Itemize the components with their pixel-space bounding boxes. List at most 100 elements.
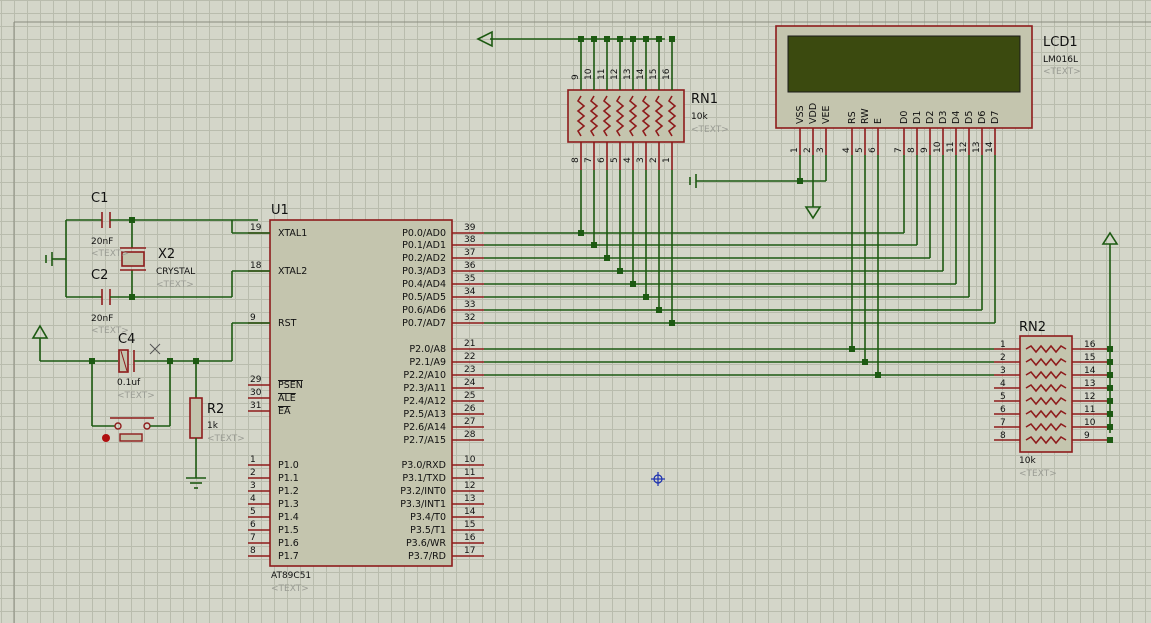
rn2-pin-number: 8	[1000, 431, 1006, 441]
rn2-pin-number: 14	[1084, 366, 1096, 376]
u1-pin-name: P2.4/A12	[403, 396, 446, 407]
p0-junction	[630, 281, 636, 287]
u1-pin-number: 32	[464, 313, 475, 323]
c4-ref: C4	[118, 332, 135, 347]
p2-junction	[849, 346, 855, 352]
u1-pin-name: P0.4/AD4	[402, 279, 446, 290]
rn2-junction	[1107, 437, 1113, 443]
rn1-resistor-network[interactable]: RN1 10k <TEXT> 9 8 10 7 11 6 12 5 13 4 14 3 15 2 16 1	[567, 36, 729, 170]
c4-text-placeholder: <TEXT>	[117, 391, 155, 401]
lcd1-pin-number: 5	[855, 147, 865, 153]
u1-pin-name: P0.1/AD1	[402, 240, 446, 251]
rn2-pin-number: 5	[1000, 392, 1006, 402]
u1-pin-name: P2.6/A14	[403, 422, 446, 433]
p0-junction	[591, 242, 597, 248]
u1-microcontroller[interactable]: U1 AT89C51 <TEXT> 19 XTAL118 XTAL29 RST29 PS…	[248, 203, 484, 594]
rn2-pullup-arrow	[1101, 231, 1119, 433]
rn1-pin-number: 9	[571, 74, 581, 80]
u1-pin-number: 15	[464, 520, 475, 530]
u1-pin-name: P2.5/A13	[403, 409, 446, 420]
u1-pin-number: 6	[250, 520, 256, 530]
p0-junction	[578, 230, 584, 236]
u1-pin-name: EA	[278, 406, 291, 417]
u1-pin-number: 31	[250, 401, 261, 411]
rn2-body[interactable]	[1019, 335, 1073, 453]
u1-pin-number: 8	[250, 546, 256, 556]
lcd1-pin-number: 6	[868, 147, 878, 153]
lcd1-pin-name: D0	[899, 111, 910, 124]
rn1-pin-number: 16	[662, 68, 672, 80]
rn1-body[interactable]	[567, 89, 685, 143]
rn2-pin-number: 7	[1000, 418, 1006, 428]
rn2-value: 10k	[1019, 456, 1036, 466]
lcd1-pin-number: 8	[907, 147, 917, 153]
p2-junction	[875, 372, 881, 378]
schematic-canvas[interactable]: U1 AT89C51 <TEXT> 19 XTAL1 18 XTAL2 9 RST 29 PS…	[0, 0, 1151, 623]
rn2-pin-number: 4	[1000, 379, 1006, 389]
u1-pin-number: 14	[464, 507, 476, 517]
r2-value: 1k	[207, 421, 219, 431]
u1-pin-name: P2.2/A10	[403, 370, 446, 381]
rn1-pin-number: 10	[584, 68, 594, 80]
u1-pin-name: P0.0/AD0	[402, 228, 446, 239]
u1-pin-number: 33	[464, 300, 475, 310]
u1-pin-name: P3.7/RD	[408, 551, 446, 562]
lcd1-display[interactable]: LCD1 LM016L <TEXT> VSS 1 VDD 2 VEE 3 RS 4 RW 5 E 6 D…	[775, 25, 1081, 155]
u1-pin-name: P1.1	[278, 473, 299, 484]
u1-pin-number: 35	[464, 274, 475, 284]
u1-pin-number: 37	[464, 248, 475, 258]
u1-pin-name: P3.5/T1	[410, 525, 446, 536]
x2-ref: X2	[158, 247, 175, 262]
u1-pin-number: 9	[250, 313, 256, 323]
lcd1-pin-name: D1	[912, 111, 923, 124]
u1-pin-name: P2.0/A8	[409, 344, 446, 355]
x2-text-placeholder: <TEXT>	[156, 280, 194, 290]
u1-pin-number: 5	[250, 507, 256, 517]
lcd1-pin-number: 2	[803, 147, 813, 153]
c1-ref: C1	[91, 191, 108, 206]
u1-pin-number: 22	[464, 352, 475, 362]
oscillator-circuit[interactable]: C1 20nF <TEXT> C2 20nF <TEXT> X2 CRYSTAL…	[45, 191, 270, 336]
rn1-pin-number: 2	[649, 157, 659, 163]
lcd1-pin-number: 11	[946, 142, 956, 153]
rn1-text-placeholder: <TEXT>	[691, 125, 729, 135]
u1-pin-number: 19	[250, 223, 262, 233]
rn1-pullup-arrow	[476, 30, 665, 48]
u1-pin-number: 23	[464, 365, 475, 375]
u1-pin-number: 10	[464, 455, 476, 465]
lcd1-pin-name: RW	[860, 108, 871, 124]
rn2-resistor-network[interactable]: RN2 10k <TEXT> 1 16 2 15 3 14 4 13 5 12 6 11 7 10 8 9	[994, 320, 1113, 479]
c2-value: 20nF	[91, 314, 113, 324]
u1-pin-number: 24	[464, 378, 476, 388]
u1-pin-number: 30	[250, 388, 262, 398]
lcd1-pin-name: VDD	[808, 103, 819, 124]
rn2-pin-number: 11	[1084, 405, 1095, 415]
rn1-pin-number: 7	[584, 157, 594, 163]
schematic-svg[interactable]: U1 AT89C51 <TEXT> 19 XTAL118 XTAL29 RST29 PS…	[0, 0, 1151, 623]
rn2-pin-number: 13	[1084, 379, 1095, 389]
rn1-pin-number: 15	[649, 69, 659, 80]
u1-pin-number: 4	[250, 494, 256, 504]
u1-pin-name: P3.4/T0	[410, 512, 446, 523]
u1-right-pins: 39 P0.0/AD0 38 P0.1/AD1 37 P0.2/AD2 36 P0.3/AD3…	[400, 223, 484, 562]
rn2-pin-number: 2	[1000, 353, 1006, 363]
r2-ref: R2	[207, 402, 224, 417]
lcd1-part: LM016L	[1043, 55, 1078, 65]
lcd1-pin-number: 10	[933, 141, 943, 153]
p0-junction	[617, 268, 623, 274]
rn1-pin-number: 12	[610, 69, 620, 80]
u1-pin-number: 27	[464, 417, 475, 427]
u1-pin-name: P2.1/A9	[409, 357, 446, 368]
r2-text-placeholder: <TEXT>	[207, 434, 245, 444]
u1-pin-number: 39	[464, 223, 476, 233]
rn2-text-placeholder: <TEXT>	[1019, 469, 1057, 479]
lcd-power-wiring	[689, 155, 827, 220]
u1-pin-number: 13	[464, 494, 475, 504]
lcd1-pin-number: 7	[894, 147, 904, 153]
u1-pin-number: 18	[250, 261, 262, 271]
rn2-pin-number: 10	[1084, 418, 1096, 428]
lcd1-pin-name: D4	[951, 111, 962, 124]
rn2-pin-number: 16	[1084, 340, 1096, 350]
u1-pin-name: P3.0/RXD	[402, 460, 446, 471]
reset-circuit[interactable]: C4 0.1uf <TEXT> R2 1k <TEXT>	[31, 322, 270, 489]
